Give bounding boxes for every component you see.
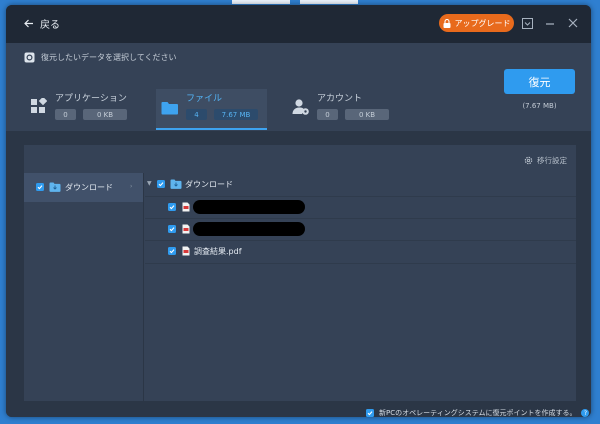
restore-point-option: 新PCのオペレーティングシステムに復元ポイントを作成する。 ? bbox=[366, 408, 590, 417]
count-badge: 0 bbox=[55, 109, 76, 120]
folder-icon bbox=[161, 102, 178, 115]
migration-settings-label: 移行設定 bbox=[537, 156, 567, 165]
check-icon bbox=[367, 411, 373, 416]
selection-hint-text: 復元したいデータを選択してください bbox=[41, 53, 177, 62]
file-row[interactable] bbox=[145, 218, 576, 241]
restore-size: (7.67 MB) bbox=[522, 102, 557, 110]
file-checkbox[interactable] bbox=[168, 203, 176, 211]
close-button[interactable] bbox=[566, 16, 580, 30]
chevron-right-icon: › bbox=[130, 183, 133, 190]
pdf-file-icon bbox=[182, 202, 190, 212]
menu-button[interactable] bbox=[520, 16, 534, 30]
title-bar: 戻る アップグレード bbox=[6, 5, 591, 43]
collapse-caret-icon[interactable]: ▼ bbox=[147, 180, 152, 187]
taskbar-item bbox=[232, 0, 290, 4]
gear-icon bbox=[524, 156, 533, 165]
sidebar-folder-downloads[interactable]: ダウンロード › bbox=[24, 173, 143, 202]
file-panel: 移行設定 ダウンロード › ▼ ダウンロード 調査結果.pdf bbox=[24, 145, 576, 401]
size-badge: 0 KB bbox=[83, 109, 127, 120]
pdf-file-icon bbox=[182, 246, 190, 256]
upgrade-button[interactable]: アップグレード bbox=[439, 14, 514, 32]
size-badge: 0 KB bbox=[345, 109, 389, 120]
restore-hint-icon bbox=[24, 52, 35, 63]
pdf-file-icon bbox=[182, 224, 190, 234]
minimize-icon bbox=[546, 23, 554, 25]
category-label: ファイル bbox=[186, 94, 223, 104]
category-applications[interactable]: アプリケーション 0 0 KB bbox=[25, 89, 136, 128]
apps-icon bbox=[31, 98, 47, 113]
check-icon bbox=[158, 182, 164, 187]
category-accounts[interactable]: アカウント 0 0 KB bbox=[287, 89, 398, 128]
redacted-file-name bbox=[193, 200, 305, 214]
arrow-left-icon bbox=[24, 19, 33, 28]
folder-download-icon bbox=[170, 179, 182, 189]
divider bbox=[143, 173, 144, 401]
count-badge: 4 bbox=[186, 109, 207, 120]
back-button[interactable]: 戻る bbox=[24, 16, 60, 31]
restore-point-checkbox[interactable] bbox=[366, 409, 374, 417]
file-row[interactable] bbox=[145, 196, 576, 219]
lock-icon bbox=[443, 18, 450, 28]
close-icon bbox=[568, 18, 578, 28]
category-label: アカウント bbox=[317, 94, 363, 104]
check-icon bbox=[169, 249, 175, 254]
upgrade-label: アップグレード bbox=[454, 18, 511, 28]
content-area: 移行設定 ダウンロード › ▼ ダウンロード 調査結果.pdf 新PCのオペレー… bbox=[6, 131, 591, 417]
help-icon[interactable]: ? bbox=[581, 409, 590, 417]
category-header: 復元したいデータを選択してください アプリケーション 0 0 KB ファイル 4… bbox=[6, 43, 591, 131]
migration-settings-button[interactable]: 移行設定 bbox=[524, 155, 567, 166]
file-row[interactable]: 調査結果.pdf bbox=[145, 240, 576, 264]
restore-button[interactable]: 復元 bbox=[504, 69, 575, 94]
folder-checkbox[interactable] bbox=[36, 183, 44, 191]
check-icon bbox=[37, 185, 43, 190]
check-icon bbox=[169, 227, 175, 232]
restore-point-label: 新PCのオペレーティングシステムに復元ポイントを作成する。 bbox=[379, 409, 577, 417]
file-checkbox[interactable] bbox=[168, 247, 176, 255]
minimize-button[interactable] bbox=[543, 16, 557, 30]
folder-label: ダウンロード bbox=[65, 183, 113, 192]
root-checkbox[interactable] bbox=[157, 180, 165, 188]
back-label: 戻る bbox=[40, 20, 60, 31]
category-files[interactable]: ファイル 4 7.67 MB bbox=[156, 89, 267, 130]
file-checkbox[interactable] bbox=[168, 225, 176, 233]
tree-root: ▼ ダウンロード bbox=[145, 173, 576, 196]
size-badge: 7.67 MB bbox=[214, 109, 258, 120]
file-name: 調査結果.pdf bbox=[194, 247, 242, 256]
redacted-file-name bbox=[193, 222, 305, 236]
app-window: 戻る アップグレード 復元したいデータを選択してください アプリケーション 0 … bbox=[6, 5, 591, 417]
selection-hint: 復元したいデータを選択してください bbox=[24, 52, 177, 63]
tree-root-label: ダウンロード bbox=[185, 180, 233, 189]
category-label: アプリケーション bbox=[55, 94, 127, 104]
check-icon bbox=[169, 205, 175, 210]
account-settings-icon bbox=[292, 99, 309, 115]
folder-download-icon bbox=[49, 182, 61, 192]
taskbar-item bbox=[300, 0, 358, 4]
menu-dropdown-icon bbox=[521, 17, 533, 29]
count-badge: 0 bbox=[317, 109, 338, 120]
